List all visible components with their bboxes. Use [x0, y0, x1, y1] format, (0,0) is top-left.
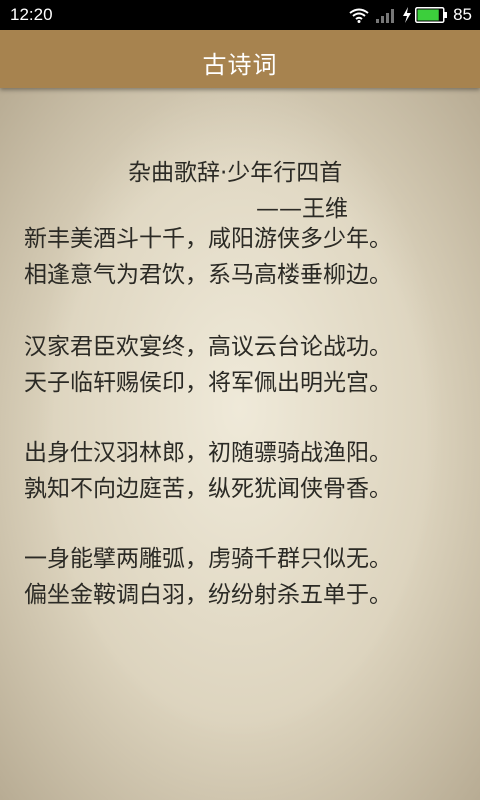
charging-icon — [403, 7, 412, 23]
poem-page[interactable]: 杂曲歌辞·少年行四首 ——王维 新丰美酒斗十千，咸阳游侠多少年。 相逢意气为君饮… — [0, 88, 480, 800]
poem-line: 孰知不向边庭苦，纵死犹闻侠骨香。 — [24, 476, 392, 502]
status-icons: 85 — [349, 5, 472, 25]
stanza: 出身仕汉羽林郎，初随骠骑战渔阳。 孰知不向边庭苦，纵死犹闻侠骨香。 — [24, 435, 454, 507]
stanza: 新丰美酒斗十千，咸阳游侠多少年。 相逢意气为君饮，系马高楼垂柳边。 — [24, 221, 454, 293]
page-title: 古诗词 — [202, 51, 278, 79]
wifi-icon — [349, 8, 369, 23]
poem-title: 杂曲歌辞·少年行四首 — [128, 160, 343, 186]
poem-line: 出身仕汉羽林郎，初随骠骑战渔阳。 — [24, 440, 392, 466]
stanza: 一身能擘两雕弧，虏骑千群只似无。 偏坐金鞍调白羽，纷纷射杀五单于。 — [24, 541, 454, 613]
status-time: 12:20 — [10, 5, 53, 24]
poem-line: 天子临轩赐侯印，将军佩出明光宫。 — [24, 370, 392, 396]
status-bar: 12:20 85 — [0, 0, 480, 30]
battery-icon — [415, 7, 448, 23]
stanza: 汉家君臣欢宴终，高议云台论战功。 天子临轩赐侯印，将军佩出明光宫。 — [24, 329, 454, 401]
poem-line: 相逢意气为君饮，系马高楼垂柳边。 — [24, 262, 392, 288]
poem-author: ——王维 — [256, 196, 348, 222]
battery-percent: 85 — [453, 5, 472, 24]
signal-icon — [376, 9, 395, 23]
poem-line: 偏坐金鞍调白羽，纷纷射杀五单于。 — [24, 582, 392, 608]
poem-line: 新丰美酒斗十千，咸阳游侠多少年。 — [24, 226, 392, 252]
app-bar: 古诗词 — [0, 30, 480, 88]
poem-line: 汉家君臣欢宴终，高议云台论战功。 — [24, 334, 392, 360]
poem-line: 一身能擘两雕弧，虏骑千群只似无。 — [24, 546, 392, 572]
